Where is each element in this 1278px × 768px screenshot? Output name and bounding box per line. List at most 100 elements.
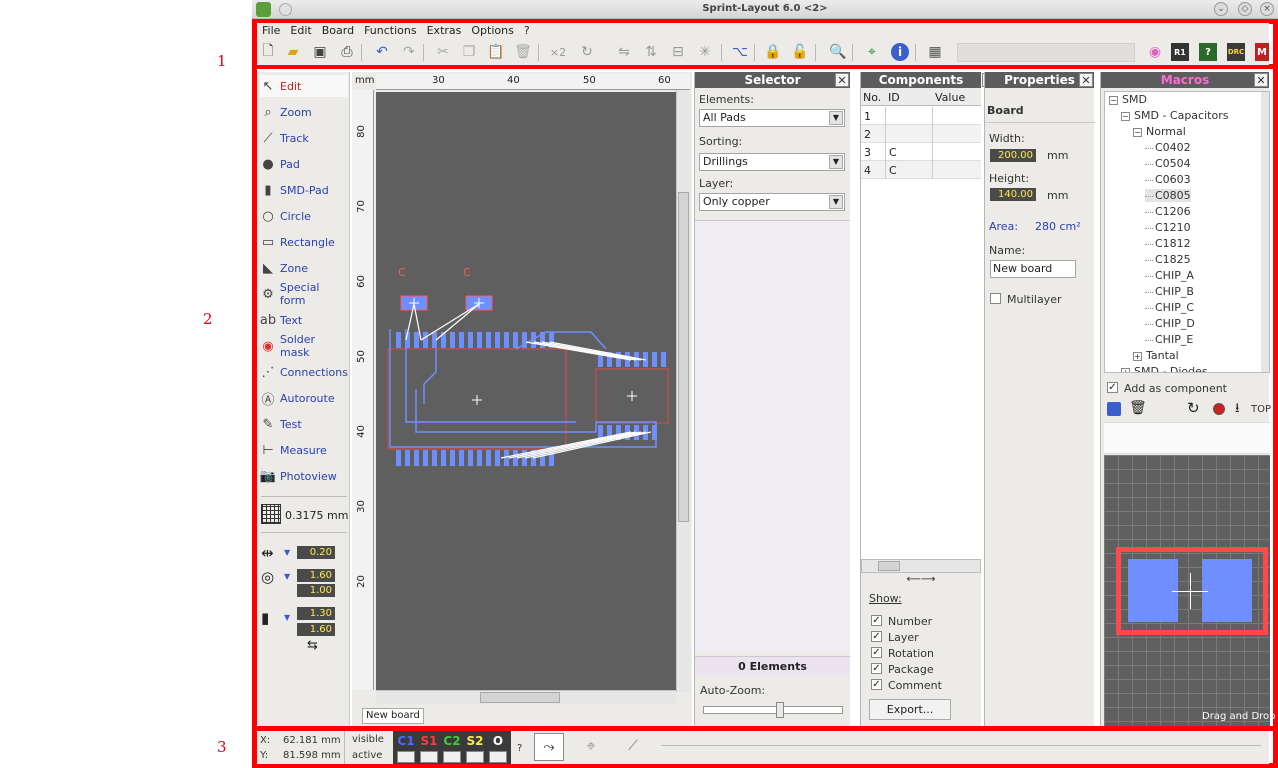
table-row[interactable]: 1 bbox=[861, 107, 981, 125]
canvas-vertical-scrollbar[interactable] bbox=[676, 90, 690, 692]
lock-icon[interactable]: 🔒 bbox=[764, 43, 782, 61]
column-header-no[interactable]: No. bbox=[863, 91, 881, 104]
tree-leaf[interactable]: C1210 bbox=[1145, 221, 1191, 234]
scroll-thumb[interactable] bbox=[480, 692, 560, 703]
open-folder-icon[interactable]: ▰ bbox=[284, 43, 302, 61]
window-menu-icon[interactable] bbox=[279, 3, 292, 16]
tool-autoroute[interactable]: Ⓐ Autoroute bbox=[260, 387, 348, 409]
save-icon[interactable] bbox=[1107, 402, 1121, 416]
tool-track[interactable]: ⟋ Track bbox=[260, 127, 348, 149]
layer-help[interactable]: ? bbox=[517, 743, 522, 754]
menu-board[interactable]: Board bbox=[317, 23, 359, 38]
slider-thumb[interactable] bbox=[776, 702, 784, 718]
layer-visible-s1[interactable]: S1 bbox=[418, 734, 440, 748]
pad-pink-icon[interactable]: ◉ bbox=[1146, 43, 1164, 61]
tool-zone[interactable]: ◣ Zone bbox=[260, 257, 348, 279]
cut-icon[interactable]: ✂ bbox=[434, 43, 452, 61]
tool-photoview[interactable]: 📷 Photoview bbox=[260, 465, 348, 487]
export-button[interactable]: Export... bbox=[869, 699, 951, 720]
tool-text[interactable]: ab Text bbox=[260, 309, 348, 331]
route-icon[interactable]: ⌥ bbox=[731, 43, 749, 61]
rotate-icon[interactable]: ↻ bbox=[578, 43, 596, 61]
copy-icon[interactable]: ❐ bbox=[460, 43, 478, 61]
track-tool-icon[interactable]: ⟋ bbox=[619, 733, 647, 761]
menu-edit[interactable]: Edit bbox=[285, 23, 316, 38]
grid-icon[interactable] bbox=[261, 504, 281, 524]
multilayer-checkbox[interactable] bbox=[990, 293, 1001, 304]
tree-leaf[interactable]: C0603 bbox=[1145, 173, 1191, 186]
layer-active-c1[interactable] bbox=[397, 751, 415, 763]
tool-smd-pad[interactable]: ▮ SMD-Pad bbox=[260, 179, 348, 201]
table-row[interactable]: 2 bbox=[861, 125, 981, 143]
mirror-v-icon[interactable]: ⇅ bbox=[642, 43, 660, 61]
align-icon[interactable]: ⊟ bbox=[669, 43, 687, 61]
table-row[interactable]: 4C bbox=[861, 161, 981, 179]
tree-leaf[interactable]: C0504 bbox=[1145, 157, 1191, 170]
crosshair-icon[interactable]: ⌖ bbox=[863, 43, 881, 61]
delete-icon[interactable]: 🗑 bbox=[1129, 400, 1147, 416]
new-file-icon[interactable]: 🗋 bbox=[259, 43, 277, 61]
close-icon[interactable]: ✕ bbox=[1254, 73, 1268, 87]
mirror-h-icon[interactable]: ⇋ bbox=[615, 43, 633, 61]
collapse-icon[interactable]: − bbox=[1121, 112, 1130, 121]
tree-vscroll[interactable] bbox=[1261, 92, 1269, 372]
menu-functions[interactable]: Functions bbox=[359, 23, 422, 38]
record-icon[interactable] bbox=[1213, 403, 1225, 415]
grid-value[interactable]: 0.3175 mm bbox=[285, 509, 348, 522]
board-name-input[interactable]: New board bbox=[990, 260, 1076, 278]
expand-icon[interactable]: + bbox=[1133, 352, 1142, 361]
macro-m-icon[interactable]: M bbox=[1255, 43, 1269, 61]
column-header-id[interactable]: ID bbox=[888, 91, 900, 104]
menu-extras[interactable]: Extras bbox=[422, 23, 467, 38]
close-icon[interactable]: ✕ bbox=[835, 73, 849, 87]
sorting-select[interactable]: Drillings ▼ bbox=[699, 153, 845, 171]
drc-badge-icon[interactable]: DRC bbox=[1227, 43, 1245, 61]
table-row[interactable]: 3C bbox=[861, 143, 981, 161]
tool-circle[interactable]: ○ Circle bbox=[260, 205, 348, 227]
track-width-input[interactable]: 0.20 bbox=[297, 546, 335, 559]
print-icon[interactable]: ⎙ bbox=[338, 43, 356, 61]
wire-tool-icon[interactable]: ⤳ bbox=[534, 733, 564, 761]
tree-leaf[interactable]: C1812 bbox=[1145, 237, 1191, 250]
tool-measure[interactable]: ⊢ Measure bbox=[260, 439, 348, 461]
close-icon[interactable]: ✕ bbox=[1079, 73, 1093, 87]
macro-preview[interactable]: Drag and Drop bbox=[1104, 455, 1276, 726]
menu-options[interactable]: Options bbox=[466, 23, 518, 38]
smd-width-input[interactable]: 1.30 bbox=[297, 607, 335, 620]
canvas-horizontal-scrollbar[interactable] bbox=[376, 690, 676, 704]
layer-visible-o[interactable]: O bbox=[487, 734, 509, 748]
tool-connections[interactable]: ⋰ Connections bbox=[260, 361, 348, 383]
tree-leaf[interactable]: CHIP_E bbox=[1145, 333, 1193, 346]
close-icon[interactable]: × bbox=[1260, 2, 1274, 16]
show-rotation-checkbox[interactable]: ✓ bbox=[871, 647, 882, 658]
pad-inner-input[interactable]: 1.00 bbox=[297, 584, 335, 597]
show-package-checkbox[interactable]: ✓ bbox=[871, 663, 882, 674]
r1-badge-icon[interactable]: R1 bbox=[1171, 43, 1189, 61]
tool-pad[interactable]: ● Pad bbox=[260, 153, 348, 175]
tool-special-form[interactable]: ⚙ Special form bbox=[260, 281, 348, 307]
add-as-component-checkbox[interactable]: ✓ bbox=[1107, 382, 1118, 393]
tree-leaf[interactable]: CHIP_B bbox=[1145, 285, 1194, 298]
download-icon[interactable]: ⭳ bbox=[1235, 399, 1240, 421]
tree-folder[interactable]: + Tantal bbox=[1133, 349, 1179, 362]
autozoom-slider[interactable] bbox=[703, 702, 843, 718]
layer-active-s2[interactable] bbox=[466, 751, 484, 763]
swap-icon[interactable]: ⇆ bbox=[307, 638, 318, 653]
menu-help[interactable]: ? bbox=[519, 23, 535, 38]
tree-leaf[interactable]: CHIP_A bbox=[1145, 269, 1194, 282]
collapse-icon[interactable]: − bbox=[1109, 96, 1118, 105]
tree-folder[interactable]: − SMD bbox=[1109, 93, 1147, 106]
column-header-value[interactable]: Value bbox=[935, 91, 965, 104]
show-number-checkbox[interactable]: ✓ bbox=[871, 615, 882, 626]
pad-outer-input[interactable]: 1.60 bbox=[297, 569, 335, 582]
layer-select[interactable]: Only copper ▼ bbox=[699, 193, 845, 211]
tree-leaf[interactable]: C1206 bbox=[1145, 205, 1191, 218]
redo-icon[interactable]: ↷ bbox=[400, 43, 418, 61]
tool-solder-mask[interactable]: ◉ Solder mask bbox=[260, 333, 348, 359]
delete-icon[interactable]: 🗑 bbox=[514, 43, 532, 61]
layer-active-s1[interactable] bbox=[420, 751, 438, 763]
tool-edit[interactable]: ↖ Edit bbox=[260, 75, 348, 97]
tree-leaf[interactable]: C0805 bbox=[1145, 189, 1191, 202]
tree-leaf[interactable]: CHIP_D bbox=[1145, 317, 1195, 330]
zoom-icon[interactable]: 🔍 bbox=[829, 43, 847, 61]
